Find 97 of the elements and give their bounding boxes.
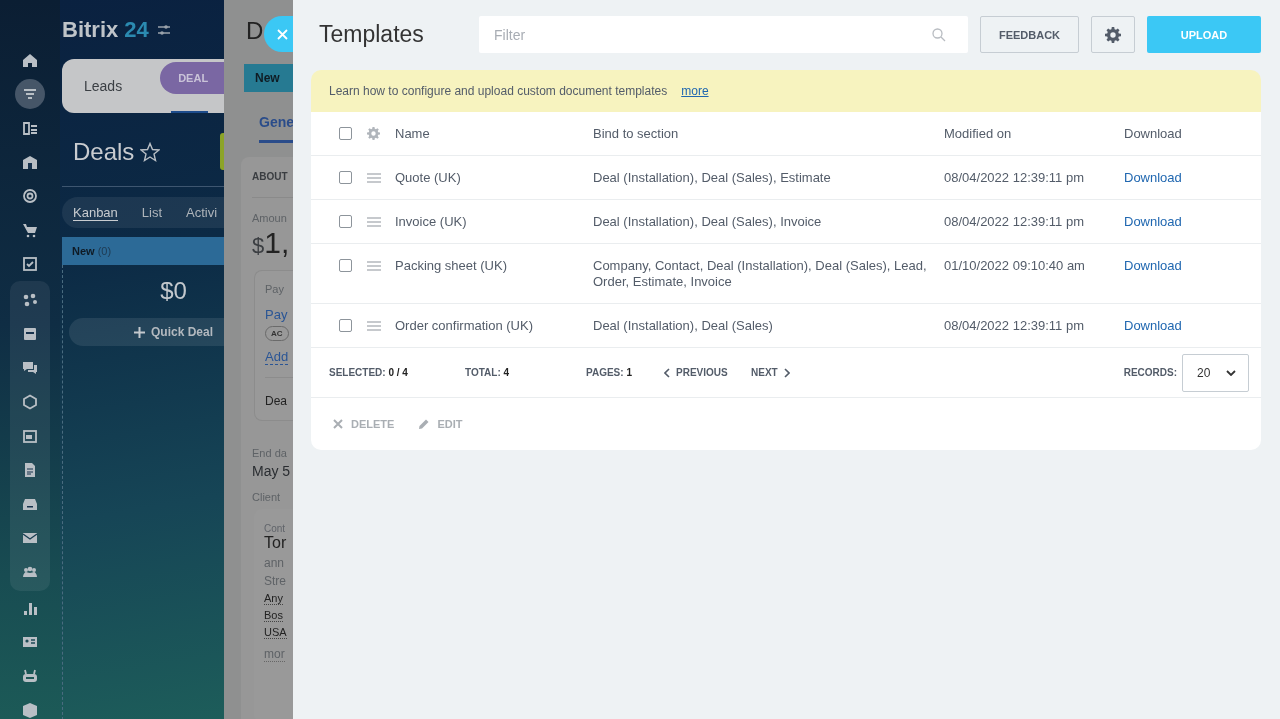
contact-email: ann: [264, 556, 286, 570]
table-cell-text: Deal (Installation), Deal (Sales): [593, 318, 774, 334]
table-cell-text: 08/04/2022 12:39:11 pm: [944, 318, 1085, 334]
mail-icon[interactable]: [22, 530, 38, 546]
document-icon[interactable]: [22, 462, 38, 478]
funnel-icon[interactable]: [22, 86, 38, 102]
download-link[interactable]: Download: [1124, 318, 1261, 334]
column-count: (0): [97, 245, 112, 257]
chevron-right-icon: [783, 367, 790, 378]
address-line[interactable]: USA: [264, 626, 287, 639]
column-header[interactable]: Modified on: [944, 126, 1124, 141]
address-label: Stre: [264, 574, 287, 588]
table-cell-text: 01/10/2022 09:10:40 am: [944, 258, 1086, 274]
people-icon[interactable]: [22, 564, 38, 580]
amount-value: 1,: [264, 226, 290, 259]
page-count: PAGES: 1: [586, 367, 633, 378]
download-link[interactable]: Download: [1124, 214, 1261, 230]
table-cell-text: Deal (Installation), Deal (Sales), Invoice: [593, 214, 823, 230]
column-sum: $0: [160, 277, 187, 305]
table-cell-text: Company, Contact, Deal (Installation), Deal (Sales), Lead, Order, Estimate, Invoice: [593, 258, 928, 290]
table-cell-text: Invoice (UK): [395, 214, 468, 230]
bar-chart-icon[interactable]: [22, 600, 38, 616]
field-label: Amoun: [252, 212, 288, 224]
table-cell-text: 08/04/2022 12:39:11 pm: [944, 170, 1085, 186]
building-icon[interactable]: [22, 154, 38, 170]
star-icon[interactable]: [140, 142, 161, 162]
drag-handle-icon[interactable]: [367, 321, 381, 331]
field-value: May 5: [252, 463, 292, 479]
table-cell-text: Order confirmation (UK): [395, 318, 534, 334]
currency-sign: $: [252, 233, 265, 258]
tab[interactable]: Leads: [62, 78, 145, 94]
contact-label: Cont: [264, 523, 287, 534]
drag-handle-icon[interactable]: [367, 173, 381, 183]
cross-icon: [333, 419, 343, 429]
drag-handle-icon[interactable]: [367, 217, 381, 227]
column-header[interactable]: Download: [1124, 126, 1261, 141]
feedback-button[interactable]: FEEDBACK: [980, 16, 1079, 53]
cart-icon[interactable]: [22, 222, 38, 238]
checkbox[interactable]: [339, 215, 352, 228]
previous-button[interactable]: PREVIOUS: [664, 367, 751, 378]
target-icon[interactable]: [22, 188, 38, 204]
address-line[interactable]: Any: [264, 592, 283, 605]
settings-button[interactable]: [1091, 16, 1135, 53]
page-title: Deals: [73, 138, 135, 166]
quick-deal-button[interactable]: Quick Deal: [69, 318, 224, 346]
deal-title: D: [246, 17, 264, 46]
pencil-icon: [418, 418, 430, 430]
total-count: TOTAL: 4: [465, 367, 511, 378]
filter-field[interactable]: Filter: [479, 16, 968, 53]
column-title: New: [72, 245, 95, 257]
records-select[interactable]: 20: [1182, 353, 1249, 392]
view-tab[interactable]: Kanban: [73, 204, 118, 221]
robot-icon[interactable]: [22, 668, 38, 684]
banner-text: Learn how to configure and upload custom document templates: [329, 84, 668, 98]
column-header[interactable]: Name: [395, 126, 593, 141]
field-label: End da: [252, 447, 288, 459]
contact-card-icon[interactable]: [22, 634, 38, 650]
payment-label: Pay: [265, 283, 285, 295]
contact-name: Tor: [264, 534, 288, 552]
home-icon[interactable]: [22, 52, 38, 68]
address-line[interactable]: Bos: [264, 609, 283, 622]
download-link[interactable]: Download: [1124, 170, 1261, 186]
settings-icon: [1105, 26, 1121, 43]
column-header[interactable]: Bind to section: [593, 126, 944, 141]
checkbox[interactable]: [339, 259, 352, 272]
checklist-icon[interactable]: [22, 120, 38, 136]
table-cell-text: Deal (Installation), Deal (Sales), Estimate: [593, 170, 832, 186]
box-icon[interactable]: [22, 702, 38, 718]
panel-title: Templates: [318, 21, 425, 48]
stage-bar[interactable]: New: [244, 64, 293, 92]
table-cell-text: Packing sheet (UK): [395, 258, 508, 274]
calendar-icon[interactable]: [22, 428, 38, 444]
checkbox[interactable]: [339, 319, 352, 332]
plus-icon: [134, 326, 145, 338]
card-icon[interactable]: [22, 326, 38, 342]
chat-icon[interactable]: [22, 360, 38, 376]
more-link[interactable]: more: [681, 84, 709, 98]
logo: Bitrix 24: [62, 17, 149, 43]
drag-handle-icon[interactable]: [367, 261, 381, 271]
checkbox[interactable]: [339, 171, 352, 184]
hexagon-icon[interactable]: [22, 394, 38, 410]
records-label: RECORDS:: [1123, 367, 1177, 378]
nav-button[interactable]: [15, 79, 45, 109]
next-button[interactable]: NEXT: [751, 367, 790, 378]
chevron-down-icon: [1226, 369, 1236, 376]
table-cell-text: 08/04/2022 12:39:11 pm: [944, 214, 1085, 230]
download-link[interactable]: Download: [1124, 258, 1261, 274]
checkbox-icon[interactable]: [22, 256, 38, 272]
chevron-left-icon: [664, 367, 670, 378]
table-cell-text: Quote (UK): [395, 170, 462, 186]
drawer-icon[interactable]: [22, 496, 38, 512]
checkbox[interactable]: [339, 127, 352, 140]
sliders-icon[interactable]: [157, 24, 170, 36]
view-tab[interactable]: List: [141, 205, 163, 220]
view-tab[interactable]: Activi: [186, 205, 218, 220]
dots-icon[interactable]: [22, 292, 38, 308]
selected-count: SELECTED: 0 / 4: [329, 367, 409, 378]
